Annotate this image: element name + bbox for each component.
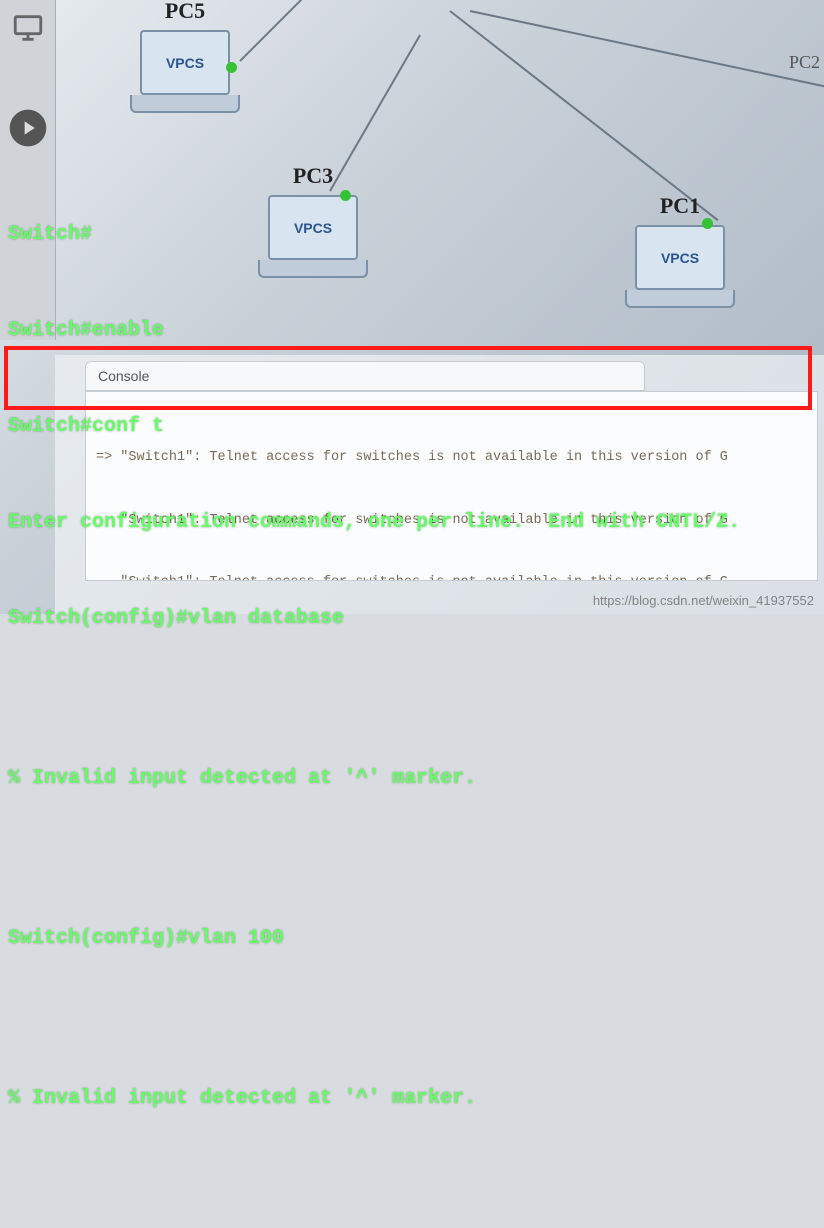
play-icon[interactable] [8,108,48,148]
watermark-text: https://blog.csdn.net/weixin_41937552 [593,593,814,608]
pc5-screen: VPCS [140,30,230,95]
term-error: % Invalid input detected at '^' marker. [8,1083,824,1115]
terminal-overlay: Switch# Switch#enable Switch#conf t Ente… [8,155,824,1228]
term-line: Switch#enable [8,315,824,347]
pc2-label: PC2 [789,52,820,73]
device-pc5[interactable]: PC5 VPCS [130,30,240,113]
term-line: Switch#conf t [8,411,824,443]
term-line: Switch# [8,219,824,251]
term-line: Enter configuration commands, one per li… [8,507,824,539]
pc5-label: PC5 [165,0,205,24]
monitor-icon[interactable] [8,8,48,48]
term-error: % Invalid input detected at '^' marker. [8,763,824,795]
term-line: Switch(config)#vlan 100 [8,923,824,955]
